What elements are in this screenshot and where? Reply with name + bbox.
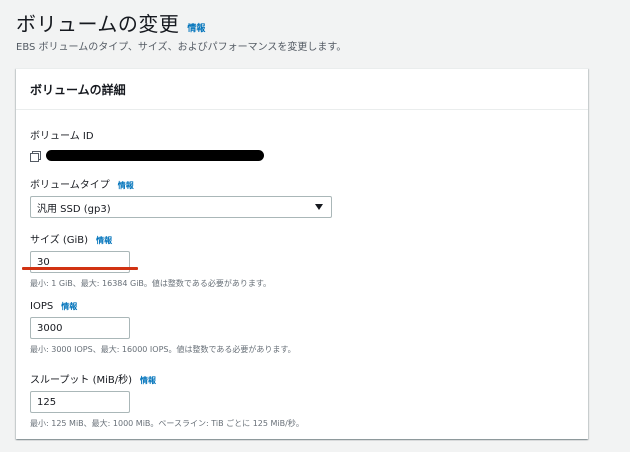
throughput-input[interactable]: 125 [30,391,130,413]
throughput-info-link[interactable]: 情報 [140,375,156,386]
iops-label-text: IOPS [30,301,54,312]
throughput-hint: 最小: 125 MiB、最大: 1000 MiB。ベースライン: TiB ごとに… [30,419,304,428]
volume-id-label-text: ボリューム ID [30,131,94,142]
size-label-text: サイズ (GiB) [30,235,89,246]
volume-type-info-link[interactable]: 情報 [118,180,134,191]
iops-info-link[interactable]: 情報 [61,301,77,312]
modify-volume-page: ボリュームの変更 情報 EBS ボリュームのタイプ、サイズ、およびパフォーマンス… [0,0,630,452]
size-hint: 最小: 1 GiB、最大: 16384 GiB。値は整数である必要があります。 [30,279,272,288]
volume-id-row [30,150,264,162]
title-info-link[interactable]: 情報 [187,21,205,34]
volume-id-field: ボリューム ID [30,127,264,162]
red-annotation-underline [22,267,138,270]
volume-type-field: ボリュームタイプ 情報 汎用 SSD (gp3) [30,176,332,218]
iops-hint: 最小: 3000 IOPS、最大: 16000 IOPS。値は整数である必要があ… [30,345,296,354]
iops-input[interactable]: 3000 [30,317,130,339]
iops-field: IOPS 情報 3000 最小: 3000 IOPS、最大: 16000 IOP… [30,301,296,355]
page-title: ボリュームの変更 [16,12,180,36]
volume-details-panel: ボリュームの詳細 ボリューム ID ボリュームタイプ 情報 汎用 SSD (gp… [16,68,588,439]
volume-type-label-text: ボリュームタイプ [30,180,110,191]
volume-id-label: ボリューム ID [30,127,264,142]
throughput-label-text: スループット (MiB/秒) [30,375,133,386]
iops-label: IOPS 情報 [30,301,296,312]
volume-type-select[interactable]: 汎用 SSD (gp3) [30,196,332,218]
size-label: サイズ (GiB) 情報 [30,231,271,246]
size-field: サイズ (GiB) 情報 30 最小: 1 GiB、最大: 16384 GiB。… [30,231,271,289]
redacted-volume-id [46,150,264,161]
title-row: ボリュームの変更 情報 [16,8,205,37]
volume-type-label: ボリュームタイプ 情報 [30,176,332,191]
size-info-link[interactable]: 情報 [96,235,112,246]
volume-type-selected: 汎用 SSD (gp3) [37,203,111,215]
page-description: EBS ボリュームのタイプ、サイズ、およびパフォーマンスを変更します。 [16,42,347,53]
throughput-field: スループット (MiB/秒) 情報 125 最小: 125 MiB、最大: 10… [30,371,304,429]
throughput-label: スループット (MiB/秒) 情報 [30,371,304,386]
caret-down-icon [315,204,323,210]
panel-header: ボリュームの詳細 [16,69,588,110]
copy-icon[interactable] [30,150,41,162]
